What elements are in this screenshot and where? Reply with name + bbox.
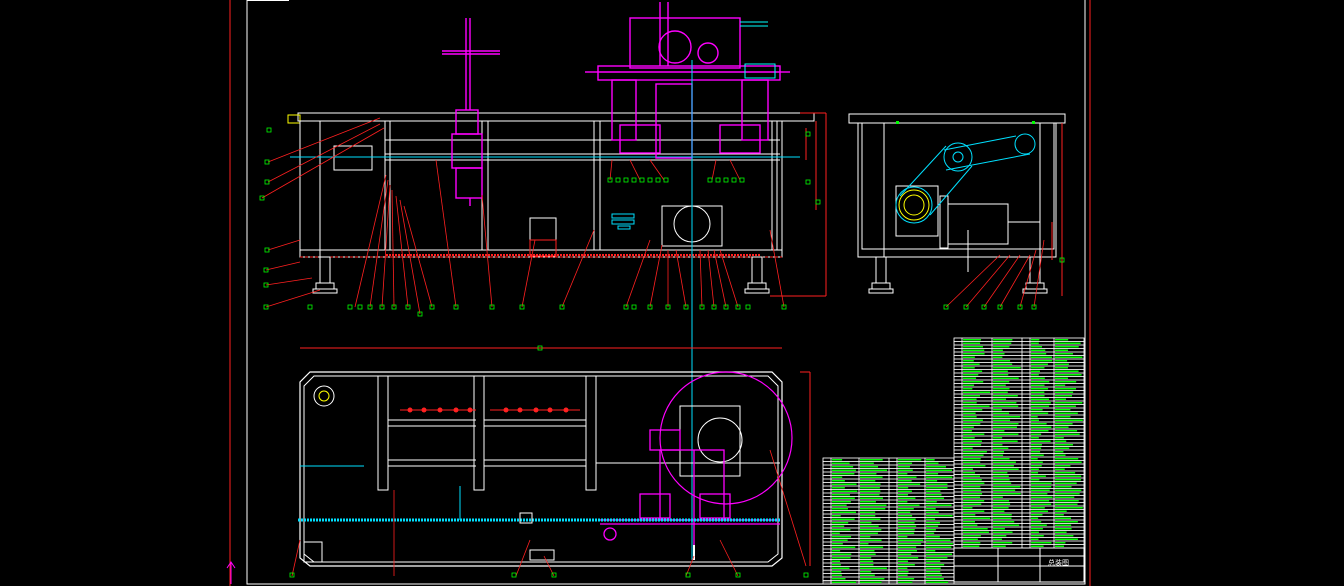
front-view[interactable] xyxy=(259,2,827,560)
side-view[interactable] xyxy=(848,113,1066,310)
cad-drawing-canvas[interactable]: 总装图 xyxy=(0,0,1344,586)
title-block: 总装图 xyxy=(953,547,1085,583)
ucs-axis-icon xyxy=(226,561,236,584)
top-view[interactable] xyxy=(289,345,811,578)
drawing-title-label: 总装图 xyxy=(1048,558,1069,567)
parts-list-table xyxy=(822,337,1085,585)
